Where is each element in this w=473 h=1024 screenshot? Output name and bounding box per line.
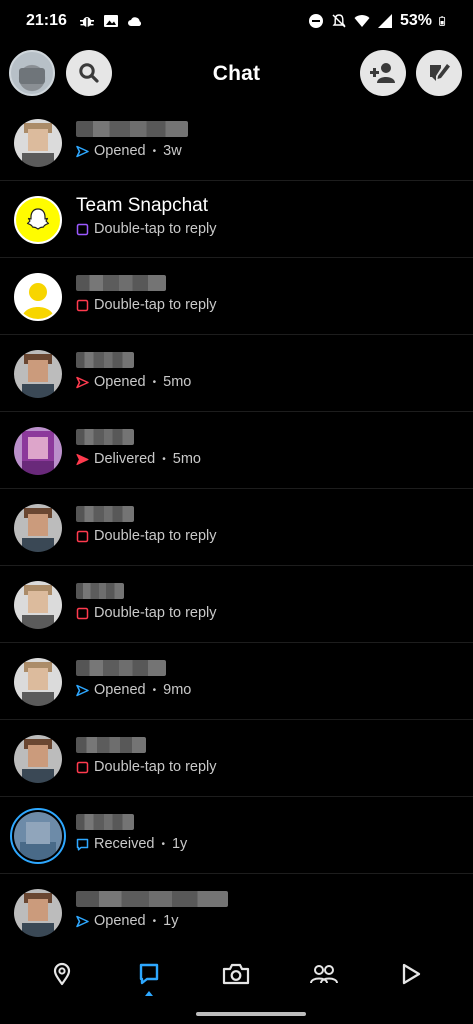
active-indicator <box>145 991 154 996</box>
chat-status: Double-tap to reply <box>76 221 217 237</box>
new-chat-icon <box>430 64 450 81</box>
chat-bubble-icon <box>76 838 89 851</box>
sent-arrow-icon <box>76 376 89 388</box>
avatar <box>14 735 62 783</box>
chat-row[interactable]: Opened • 1y <box>0 874 473 951</box>
square-outline-icon <box>76 761 89 773</box>
chat-row[interactable]: Double-tap to reply <box>0 566 473 643</box>
chat-name-redacted <box>76 506 134 522</box>
chat-name-redacted <box>76 660 166 676</box>
wifi-icon <box>354 15 370 27</box>
default-bitmoji-icon <box>22 283 54 319</box>
status-bar: 21:16 53% <box>0 0 473 42</box>
chat-row[interactable]: Opened • 5mo <box>0 335 473 412</box>
bottom-navigation <box>0 944 473 1004</box>
chat-name-redacted <box>76 121 188 137</box>
top-bar: Chat <box>0 48 473 100</box>
chat-status: Opened • 1y <box>76 913 228 929</box>
mute-bell-icon <box>332 14 346 28</box>
add-friend-button[interactable] <box>360 50 406 96</box>
status-notification-icons <box>79 13 143 29</box>
chat-status: Double-tap to reply <box>76 297 217 313</box>
sent-arrow-icon <box>76 915 89 927</box>
nav-chat[interactable] <box>129 954 169 996</box>
map-icon <box>53 962 70 986</box>
home-indicator[interactable] <box>196 1012 306 1016</box>
snapchat-ghost-icon <box>26 208 50 230</box>
chat-name-redacted <box>76 891 228 907</box>
sent-arrow-icon <box>76 145 89 157</box>
chat-status: Double-tap to reply <box>76 759 217 775</box>
chat-name-redacted <box>76 814 134 830</box>
status-time: 21:16 <box>26 12 67 29</box>
cloud-icon <box>127 17 141 26</box>
square-outline-icon <box>76 223 89 235</box>
avatar <box>14 658 62 706</box>
avatar <box>14 196 62 244</box>
chat-name-redacted <box>76 737 146 753</box>
chat-status: Double-tap to reply <box>76 605 217 621</box>
chat-icon <box>139 963 159 985</box>
avatar <box>14 504 62 552</box>
battery-icon <box>439 16 446 26</box>
avatar <box>14 427 62 475</box>
nav-spotlight[interactable] <box>391 954 431 994</box>
square-outline-icon <box>76 607 89 619</box>
image-icon <box>103 15 118 27</box>
chat-row[interactable]: Double-tap to reply <box>0 720 473 797</box>
chat-status: Received • 1y <box>76 836 187 852</box>
new-chat-button[interactable] <box>416 50 462 96</box>
chat-row[interactable]: Delivered • 5mo <box>0 412 473 489</box>
chat-row[interactable]: Team Snapchat Double-tap to reply <box>0 181 473 258</box>
avatar <box>14 889 62 937</box>
sent-arrow-icon <box>76 684 89 696</box>
chat-status: Opened • 5mo <box>76 374 191 390</box>
avatar <box>14 581 62 629</box>
square-outline-icon <box>76 530 89 542</box>
avatar <box>14 273 62 321</box>
chat-name-redacted <box>76 429 134 445</box>
chat-name-redacted <box>76 275 166 291</box>
spotlight-play-icon <box>403 963 421 985</box>
do-not-disturb-icon <box>308 14 323 28</box>
chat-row[interactable]: Opened • 9mo <box>0 643 473 720</box>
chat-list: Opened • 3w Team Snapchat Double-tap to … <box>0 104 473 951</box>
chat-name: Team Snapchat <box>76 195 209 216</box>
chat-row[interactable]: Opened • 3w <box>0 104 473 181</box>
nav-camera[interactable] <box>216 954 256 994</box>
chat-name-redacted <box>76 352 134 368</box>
square-outline-icon <box>76 299 89 311</box>
chat-name-redacted <box>76 583 124 599</box>
chat-status: Delivered • 5mo <box>76 451 201 467</box>
nav-friends[interactable] <box>304 954 344 994</box>
chat-row[interactable]: Double-tap to reply <box>0 489 473 566</box>
bug-icon <box>79 17 94 27</box>
sent-arrow-filled-icon <box>76 453 89 465</box>
friends-icon <box>309 965 338 984</box>
chat-status: Double-tap to reply <box>76 528 217 544</box>
cell-signal-icon <box>377 14 392 28</box>
battery-percent: 53% <box>399 12 432 29</box>
nav-map[interactable] <box>42 954 82 994</box>
avatar <box>14 812 62 860</box>
chat-row[interactable]: Double-tap to reply <box>0 258 473 335</box>
chat-row[interactable]: Received • 1y <box>0 797 473 874</box>
avatar <box>14 350 62 398</box>
camera-icon <box>223 963 250 985</box>
add-friend-icon <box>370 63 395 83</box>
chat-status: Opened • 9mo <box>76 682 191 698</box>
avatar <box>14 119 62 167</box>
chat-status: Opened • 3w <box>76 143 188 159</box>
